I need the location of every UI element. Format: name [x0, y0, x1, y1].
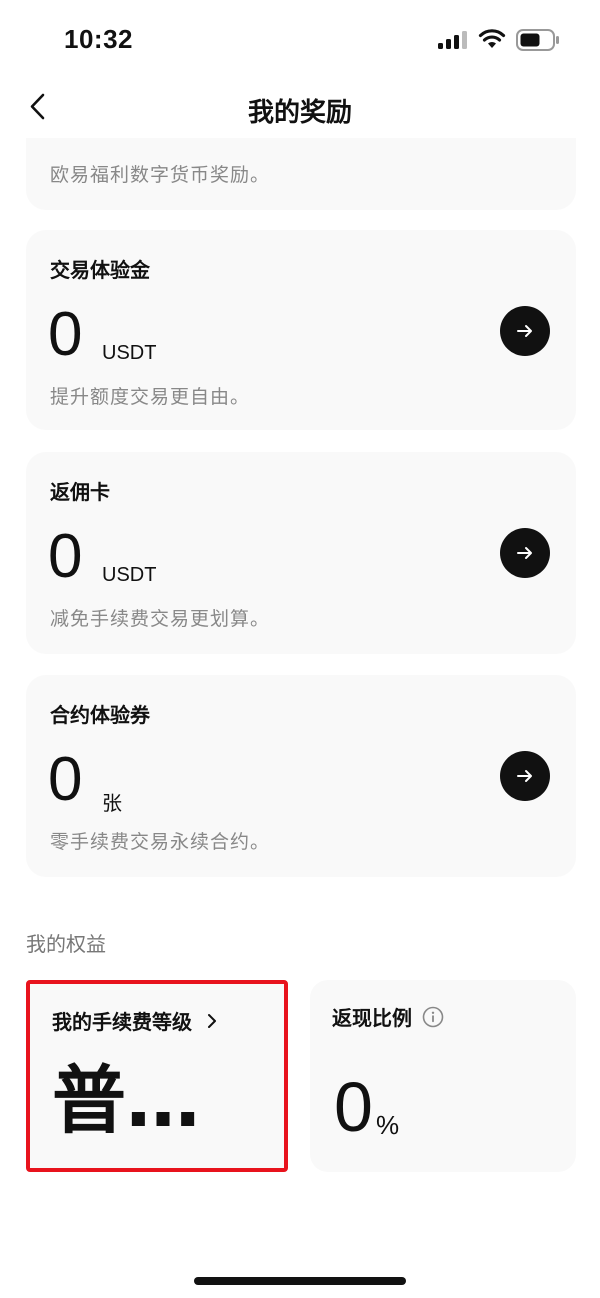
cashback-value: 0 — [334, 1068, 373, 1146]
battery-icon — [516, 29, 559, 51]
chevron-right-icon — [208, 1013, 216, 1028]
cashback-title: 返现比例 — [332, 1006, 412, 1030]
card-description: 提升额度交易更自由。 — [50, 386, 251, 408]
status-time: 10:32 — [64, 24, 133, 54]
card-title: 交易体验金 — [50, 258, 150, 282]
wifi-icon — [478, 29, 506, 48]
trial-fund-arrow-button[interactable] — [500, 306, 550, 356]
arrow-right-icon — [517, 770, 532, 782]
fee-level-value: 普… — [52, 1058, 200, 1144]
card-value: 0 — [48, 745, 83, 814]
reward-card-contract-voucher[interactable]: 合约体验券 0 张 零手续费交易永续合约。 — [26, 675, 576, 877]
card-title: 合约体验券 — [50, 703, 150, 727]
page-title: 我的奖励 — [247, 98, 352, 128]
fee-level-title-row: 我的手续费等级 — [52, 1006, 222, 1035]
card-value: 0 — [48, 522, 83, 591]
contract-voucher-arrow-button[interactable] — [500, 751, 550, 801]
reward-card-rebate[interactable]: 返佣卡 0 USDT 减免手续费交易更划算。 — [26, 452, 576, 654]
reward-card-crypto: 欧易福利数字货币奖励。 — [26, 138, 576, 210]
arrow-right-icon — [517, 547, 532, 559]
reward-card-trial-fund[interactable]: 交易体验金 0 USDT 提升额度交易更自由。 — [26, 230, 576, 430]
card-unit: 张 — [102, 793, 122, 815]
card-value: 0 — [48, 300, 83, 369]
nav-bar: 我的奖励 — [0, 80, 600, 136]
cashback-title-row: 返现比例 — [332, 1002, 444, 1031]
card-title: 返佣卡 — [50, 480, 110, 504]
rebate-arrow-button[interactable] — [500, 528, 550, 578]
info-icon[interactable] — [422, 1006, 444, 1028]
cellular-signal-icon — [438, 31, 467, 49]
card-unit: USDT — [102, 564, 157, 586]
card-unit: USDT — [102, 342, 157, 364]
status-bar: 10:32 — [0, 0, 600, 80]
card-description: 零手续费交易永续合约。 — [50, 831, 271, 853]
card-description: 减免手续费交易更划算。 — [50, 608, 271, 630]
cashback-card: 返现比例 0 % — [310, 980, 576, 1172]
card-description: 欧易福利数字货币奖励。 — [50, 164, 271, 186]
home-indicator — [194, 1277, 406, 1285]
fee-level-title: 我的手续费等级 — [52, 1010, 192, 1034]
cashback-unit: % — [376, 1110, 400, 1140]
fee-level-card[interactable]: 我的手续费等级 普… — [26, 980, 288, 1172]
section-title-benefits: 我的权益 — [26, 932, 106, 956]
arrow-right-icon — [517, 325, 532, 337]
